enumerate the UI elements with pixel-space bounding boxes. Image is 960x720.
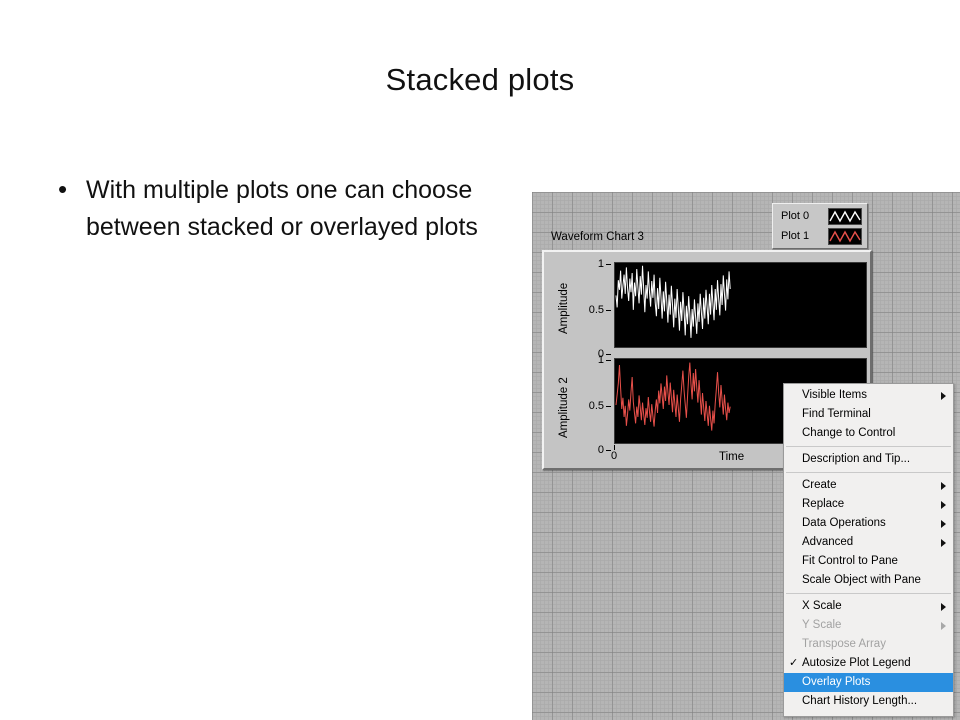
menu-item-label: Change to Control [802, 427, 896, 439]
y-tick-bottom-0.5: 0.5 [588, 400, 612, 412]
list-item: • With multiple plots one can choose bet… [52, 172, 522, 246]
y-axis-label-bottom: Amplitude 2 [558, 377, 570, 439]
x-axis-label: Time [719, 451, 745, 463]
y-axis-label-top: Amplitude [558, 282, 570, 334]
chart-title: Waveform Chart 3 [551, 231, 644, 243]
legend-label-plot-0: Plot 0 [781, 210, 810, 222]
menu-item-replace[interactable]: Replace [784, 495, 953, 514]
menu-item-overlay-plots[interactable]: Overlay Plots [784, 673, 953, 692]
menu-item-fit-control-to-pane[interactable]: Fit Control to Pane [784, 552, 953, 571]
submenu-arrow-icon [941, 519, 946, 528]
menu-item-scale-object-with-pane[interactable]: Scale Object with Pane [784, 571, 953, 590]
menu-item-label: Find Terminal [802, 408, 871, 420]
submenu-arrow-icon [941, 481, 946, 490]
waveform-icon [828, 227, 862, 245]
menu-item-label: Data Operations [802, 517, 886, 529]
y-tick-top-0.5: 0.5 [588, 304, 612, 316]
legend-label-plot-1: Plot 1 [781, 230, 810, 242]
menu-item-chart-history-length[interactable]: Chart History Length... [784, 692, 953, 711]
y-axis-ticks-top: 1 0.5 0 [572, 258, 612, 360]
menu-separator [786, 593, 951, 594]
context-menu[interactable]: Visible Items Find Terminal Change to Cont… [783, 383, 954, 717]
y-tick-top-1: 1 [597, 258, 612, 270]
y-tick-bottom-0: 0 [597, 444, 612, 456]
menu-separator [786, 472, 951, 473]
menu-item-label: Advanced [802, 536, 854, 548]
legend-row-plot-0[interactable]: Plot 0 [776, 206, 864, 226]
waveform-trace-0 [615, 265, 731, 338]
legend-row-plot-1[interactable]: Plot 1 [776, 226, 864, 246]
bullet-text: With multiple plots one can choose betwe… [86, 176, 478, 241]
menu-item-label: Create [802, 479, 837, 491]
x-tick-0: 0 [611, 450, 618, 462]
page-title: Stacked plots [385, 62, 575, 97]
menu-item-label: X Scale [802, 600, 842, 612]
submenu-arrow-icon [941, 500, 946, 509]
menu-item-label: Overlay Plots [802, 676, 871, 688]
menu-item-label: Replace [802, 498, 845, 510]
y-axis-ticks-bottom: 1 0.5 0 [572, 354, 612, 456]
menu-item-label: Scale Object with Pane [802, 574, 921, 586]
menu-item-find-terminal[interactable]: Find Terminal [784, 405, 953, 424]
submenu-arrow-icon [941, 621, 946, 630]
plot-legend[interactable]: Plot 0 Plot 1 [772, 203, 868, 249]
menu-item-data-operations[interactable]: Data Operations [784, 514, 953, 533]
menu-item-create[interactable]: Create [784, 476, 953, 495]
menu-item-label: Chart History Length... [802, 695, 918, 707]
waveform-trace-1 [615, 362, 731, 431]
menu-separator [786, 446, 951, 447]
menu-item-description-and-tip[interactable]: Description and Tip... [784, 450, 953, 469]
submenu-arrow-icon [941, 602, 946, 611]
menu-item-label: Visible Items [802, 389, 867, 401]
menu-item-change-to-control[interactable]: Change to Control [784, 424, 953, 443]
bullet-marker-icon: • [58, 174, 68, 204]
submenu-arrow-icon [941, 391, 946, 400]
menu-item-label: Autosize Plot Legend [802, 657, 911, 669]
menu-item-advanced[interactable]: Advanced [784, 533, 953, 552]
y-tick-bottom-1: 1 [597, 354, 612, 366]
waveform-icon [828, 207, 862, 225]
menu-item-label: Description and Tip... [802, 453, 911, 465]
menu-item-y-scale: Y Scale [784, 616, 953, 635]
bullet-block: • With multiple plots one can choose bet… [52, 172, 522, 246]
menu-item-label: Y Scale [802, 619, 842, 631]
menu-item-x-scale[interactable]: X Scale [784, 597, 953, 616]
menu-item-visible-items[interactable]: Visible Items [784, 386, 953, 405]
checkmark-icon: ✓ [789, 657, 799, 669]
menu-item-label: Transpose Array [802, 638, 886, 650]
menu-item-label: Fit Control to Pane [802, 555, 898, 567]
menu-item-transpose-array: Transpose Array [784, 635, 953, 654]
submenu-arrow-icon [941, 538, 946, 547]
plot-area-top[interactable] [614, 262, 867, 348]
menu-item-autosize-plot-legend[interactable]: ✓ Autosize Plot Legend [784, 654, 953, 673]
